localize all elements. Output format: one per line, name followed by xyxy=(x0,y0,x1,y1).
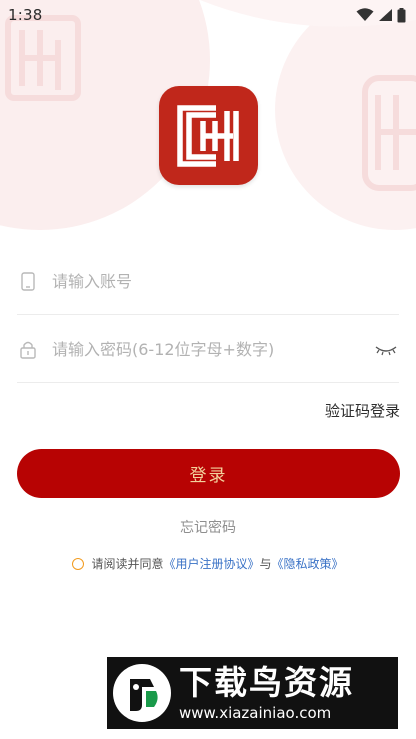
bird-logo-icon xyxy=(113,664,171,722)
wifi-icon xyxy=(356,8,374,21)
watermark-banner: 下载鸟资源 www.xiazainiao.com xyxy=(107,657,398,729)
lock-icon xyxy=(18,339,38,361)
agreement-checkbox[interactable] xyxy=(72,557,85,570)
password-field-row xyxy=(17,317,399,383)
privacy-policy-link[interactable]: 《隐私政策》 xyxy=(272,555,344,572)
user-agreement-link[interactable]: 《用户注册协议》 xyxy=(163,555,259,572)
status-icons xyxy=(356,7,406,23)
agreement-row: 请阅读并同意 《用户注册协议》 与 《隐私政策》 xyxy=(0,555,416,572)
login-button[interactable]: 登录 xyxy=(17,449,400,498)
agreement-prefix: 请阅读并同意 xyxy=(91,557,164,571)
password-input[interactable] xyxy=(52,340,373,359)
eye-closed-icon[interactable] xyxy=(373,342,399,358)
agreement-and: 与 xyxy=(259,557,272,571)
status-time: 1:38 xyxy=(8,6,43,24)
phone-icon xyxy=(18,271,38,293)
watermark-url: www.xiazainiao.com xyxy=(179,704,332,722)
status-bar: 1:38 xyxy=(0,0,416,30)
signal-icon xyxy=(379,9,392,21)
app-logo xyxy=(159,86,258,185)
account-field-row xyxy=(17,249,399,315)
watermark-title: 下载鸟资源 xyxy=(179,663,354,702)
sms-code-login-link[interactable]: 验证码登录 xyxy=(325,400,400,421)
app-logo-icon xyxy=(176,104,239,167)
battery-icon xyxy=(397,7,406,22)
account-input[interactable] xyxy=(52,272,399,291)
forgot-password-link[interactable]: 忘记密码 xyxy=(0,517,416,537)
